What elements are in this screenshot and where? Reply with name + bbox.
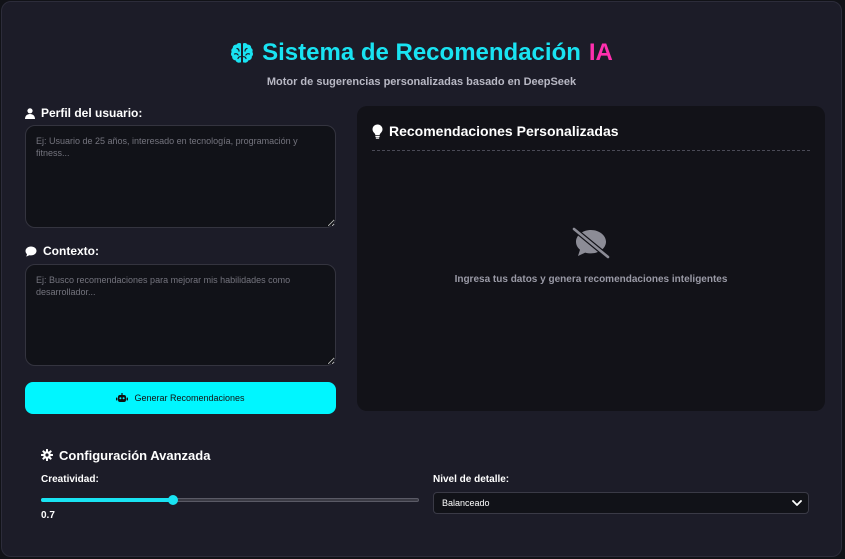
creativity-value: 0.7: [41, 510, 55, 521]
context-label-text: Contexto:: [43, 244, 99, 258]
app-window: Sistema de Recomendación IA Motor de sug…: [1, 1, 842, 557]
config-controls: Creatividad: 0.7 Nivel de detalle: Balan…: [41, 474, 811, 534]
detail-select-value: Balanceado: [442, 498, 490, 508]
creativity-slider-fill: [41, 498, 174, 502]
generate-button-label: Generar Recomendaciones: [134, 393, 245, 403]
empty-state-message: Ingresa tus datos y genera recomendacion…: [454, 274, 728, 285]
config-title: Configuración Avanzada: [41, 446, 811, 464]
creativity-slider[interactable]: [41, 495, 419, 505]
lightbulb-icon: [372, 124, 383, 139]
creativity-control: Creatividad: 0.7: [41, 474, 419, 521]
page-subtitle: Motor de sugerencias personalizadas basa…: [266, 76, 577, 88]
detail-select[interactable]: Balanceado: [433, 492, 809, 514]
chevron-down-icon: [792, 499, 802, 507]
profile-textarea[interactable]: [25, 125, 336, 228]
empty-state: Ingresa tus datos y genera recomendacion…: [372, 227, 810, 285]
creativity-slider-thumb[interactable]: [168, 495, 179, 505]
creativity-label: Creatividad:: [41, 474, 99, 485]
gear-icon: [41, 449, 53, 461]
profile-label: Perfil del usuario:: [25, 106, 336, 120]
profile-label-text: Perfil del usuario:: [41, 106, 143, 120]
generate-button[interactable]: Generar Recomendaciones: [25, 382, 336, 414]
advanced-config: Configuración Avanzada Creatividad: 0.7 …: [41, 446, 811, 534]
context-textarea[interactable]: [25, 264, 336, 366]
results-title: Recomendaciones Personalizadas: [372, 122, 810, 140]
page-title: Sistema de Recomendación IA: [230, 38, 613, 68]
context-label: Contexto:: [25, 244, 336, 258]
comment-icon: [25, 246, 37, 257]
title-accent: IA: [588, 39, 613, 66]
results-divider: [372, 150, 810, 151]
results-title-text: Recomendaciones Personalizadas: [389, 123, 619, 139]
header: Sistema de Recomendación IA Motor de sug…: [2, 38, 841, 88]
brain-icon: [230, 42, 254, 64]
robot-icon: [116, 393, 129, 403]
config-title-text: Configuración Avanzada: [59, 447, 211, 463]
results-panel: Recomendaciones Personalizadas Ingresa t…: [357, 106, 825, 411]
user-icon: [25, 107, 35, 119]
input-form: Perfil del usuario: Contexto: Gener: [25, 106, 336, 414]
detail-control: Nivel de detalle: Balanceado: [433, 474, 809, 514]
title-main: Sistema de Recomendación: [262, 39, 581, 66]
detail-label: Nivel de detalle:: [433, 474, 510, 485]
comment-slash-icon: [570, 227, 612, 259]
